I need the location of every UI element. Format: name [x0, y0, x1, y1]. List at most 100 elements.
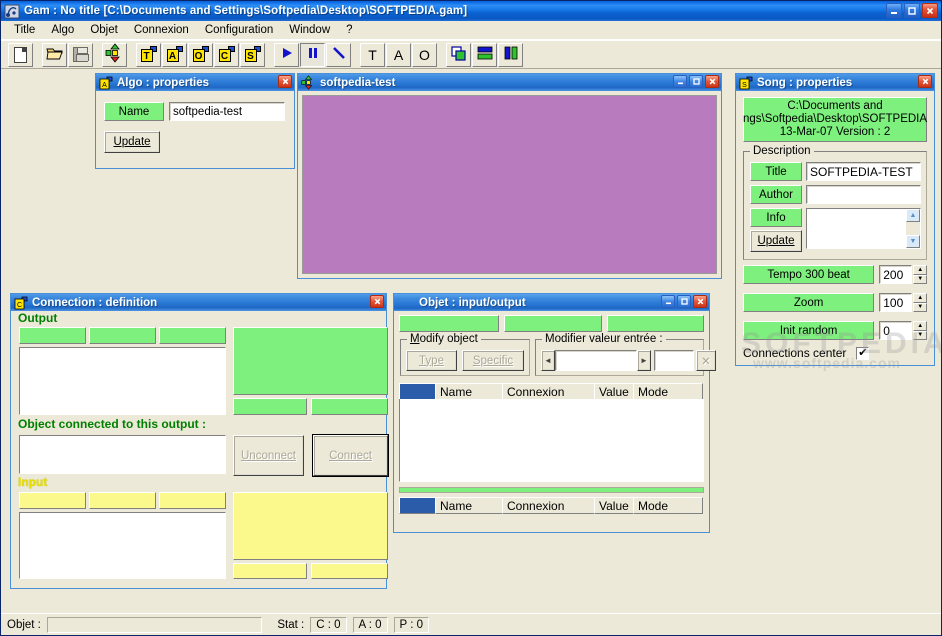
- output-preview-panel[interactable]: [233, 327, 388, 395]
- value-clear-button[interactable]: ✕: [696, 350, 716, 371]
- output-slot-1[interactable]: [19, 327, 86, 344]
- close-button[interactable]: [922, 3, 938, 18]
- io-table-body[interactable]: [399, 399, 704, 482]
- type-button[interactable]: Type: [406, 350, 457, 371]
- objet-slot-1[interactable]: [399, 315, 499, 332]
- song-title-input[interactable]: SOFTPEDIA-TEST: [806, 162, 921, 181]
- spinner-down-icon[interactable]: ▼: [913, 302, 927, 312]
- table-header-select[interactable]: [399, 383, 436, 400]
- table2-header-value[interactable]: Value: [594, 497, 634, 514]
- new-song-button[interactable]: S: [240, 42, 265, 67]
- close-icon[interactable]: [918, 75, 932, 88]
- zoom-spinner[interactable]: ▲ ▼: [913, 293, 927, 312]
- canvas-surface[interactable]: [302, 95, 717, 274]
- spinner-up-icon[interactable]: ▲: [913, 265, 927, 275]
- tile-horizontal-button[interactable]: [472, 42, 497, 67]
- save-file-button[interactable]: [68, 42, 93, 67]
- menu-item-algo[interactable]: Algo: [43, 22, 82, 38]
- tempo-value-input[interactable]: 200: [879, 265, 913, 284]
- maximize-icon[interactable]: [677, 295, 691, 308]
- new-file-button[interactable]: [8, 42, 33, 67]
- algo-window-titlebar[interactable]: A Algo : properties: [96, 74, 294, 91]
- chevron-down-icon[interactable]: ▼: [906, 235, 920, 248]
- specific-button[interactable]: Specific: [462, 350, 524, 371]
- table-header-connexion[interactable]: Connexion: [502, 383, 595, 400]
- song-info-scrollbar[interactable]: ▲ ▼: [906, 209, 920, 248]
- minimize-button[interactable]: [886, 3, 902, 18]
- new-objet-button[interactable]: O: [188, 42, 213, 67]
- minimize-icon[interactable]: [673, 75, 687, 88]
- menu-item-connexion[interactable]: Connexion: [126, 22, 197, 38]
- tempo-spinner[interactable]: ▲ ▼: [913, 265, 927, 284]
- tile-vertical-button[interactable]: [498, 42, 523, 67]
- pause-button[interactable]: [300, 42, 325, 67]
- init-random-spinner[interactable]: ▲ ▼: [913, 321, 927, 340]
- init-random-slider[interactable]: Init random: [743, 321, 875, 340]
- table2-header-connexion[interactable]: Connexion: [502, 497, 595, 514]
- input-preview-panel[interactable]: [233, 492, 388, 560]
- menu-item-objet[interactable]: Objet: [82, 22, 126, 38]
- canvas-window-titlebar[interactable]: softpedia-test: [298, 74, 721, 91]
- song-window-titlebar[interactable]: S Song : properties: [736, 74, 934, 91]
- input-slot-1[interactable]: [19, 492, 86, 509]
- play-button[interactable]: [274, 42, 299, 67]
- connection-window-titlebar[interactable]: C Connection : definition: [11, 294, 386, 311]
- open-file-button[interactable]: [42, 42, 67, 67]
- value-track[interactable]: [555, 350, 637, 371]
- close-icon[interactable]: [705, 75, 719, 88]
- chevron-up-icon[interactable]: ▲: [906, 209, 920, 222]
- menu-item-title[interactable]: Title: [6, 22, 43, 38]
- menu-item-configuration[interactable]: Configuration: [197, 22, 281, 38]
- table-header-mode[interactable]: Mode: [633, 383, 703, 400]
- spinner-up-icon[interactable]: ▲: [913, 293, 927, 303]
- algo-name-input[interactable]: softpedia-test: [169, 102, 285, 121]
- output-slot-3[interactable]: [159, 327, 226, 344]
- input-extra-slot-1[interactable]: [233, 563, 307, 579]
- objet-slot-2[interactable]: [504, 315, 602, 332]
- right-arrow-icon[interactable]: ►: [637, 350, 651, 371]
- input-extra-slot-2[interactable]: [311, 563, 388, 579]
- output-extra-slot-1[interactable]: [233, 398, 307, 415]
- close-icon[interactable]: [693, 295, 707, 308]
- input-list[interactable]: [19, 512, 226, 579]
- song-update-button[interactable]: Update: [750, 230, 802, 252]
- zoom-slider[interactable]: Zoom: [743, 293, 875, 312]
- tempo-slider[interactable]: Tempo 300 beat: [743, 265, 875, 284]
- menu-item-help[interactable]: ?: [338, 22, 360, 38]
- table-header-value[interactable]: Value: [594, 383, 634, 400]
- zoom-value-input[interactable]: 100: [879, 293, 913, 312]
- output-extra-slot-2[interactable]: [311, 398, 388, 415]
- menu-item-window[interactable]: Window: [281, 22, 338, 38]
- song-info-textarea[interactable]: ▲ ▼: [806, 208, 921, 249]
- init-random-value-input[interactable]: 0: [879, 321, 913, 340]
- output-slot-2[interactable]: [89, 327, 156, 344]
- letter-a-button[interactable]: A: [386, 42, 411, 67]
- maximize-button[interactable]: [904, 3, 920, 18]
- letter-o-button[interactable]: O: [412, 42, 437, 67]
- objet-slot-3[interactable]: [607, 315, 704, 332]
- new-algo-button[interactable]: A: [162, 42, 187, 67]
- new-connexion-button[interactable]: C: [214, 42, 239, 67]
- close-icon[interactable]: [370, 295, 384, 308]
- connect-button[interactable]: Connect: [312, 434, 389, 477]
- connections-center-checkbox[interactable]: ✔: [856, 346, 870, 360]
- minimize-icon[interactable]: [661, 295, 675, 308]
- algo-button[interactable]: [102, 42, 127, 67]
- connected-object-list[interactable]: [19, 435, 226, 474]
- input-slot-3[interactable]: [159, 492, 226, 509]
- duplicate-button[interactable]: [446, 42, 471, 67]
- unconnect-button[interactable]: Unconnect: [233, 435, 304, 476]
- close-icon[interactable]: [278, 75, 292, 88]
- table2-header-select[interactable]: [399, 497, 436, 514]
- table-header-name[interactable]: Name: [435, 383, 503, 400]
- maximize-icon[interactable]: [689, 75, 703, 88]
- table2-header-name[interactable]: Name: [435, 497, 503, 514]
- spinner-down-icon[interactable]: ▼: [913, 330, 927, 340]
- value-input[interactable]: [654, 350, 694, 371]
- io-splitter[interactable]: [399, 487, 704, 493]
- spinner-down-icon[interactable]: ▼: [913, 274, 927, 284]
- algo-update-button[interactable]: Update: [104, 131, 160, 153]
- stop-line-button[interactable]: [326, 42, 351, 67]
- text-tool-button[interactable]: T: [360, 42, 385, 67]
- left-arrow-icon[interactable]: ◄: [541, 350, 555, 371]
